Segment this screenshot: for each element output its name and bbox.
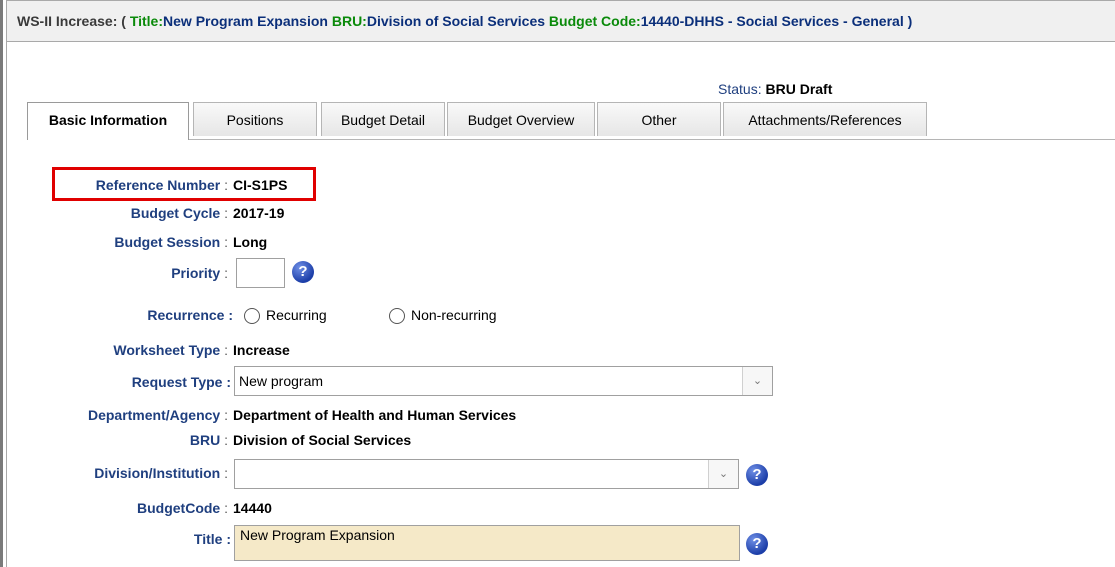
worksheet-type-label: Worksheet Type : <box>113 342 228 358</box>
bru-label: BRU: <box>331 13 367 29</box>
help-icon[interactable]: ? <box>292 261 314 283</box>
status-label: Status: <box>718 81 762 97</box>
status-value: BRU Draft <box>765 81 833 97</box>
bru-field-value: Division of Social Services <box>233 432 412 448</box>
request-type-select[interactable]: New program ⌄ <box>234 366 773 396</box>
window-title: WS-II Increase: ( Title:New Program Expa… <box>17 13 912 29</box>
reference-number-value: CI-S1PS <box>233 177 288 193</box>
request-type-label: Request Type : <box>131 374 231 390</box>
request-type-value: New program <box>239 373 324 389</box>
worksheet-type-value: Increase <box>233 342 290 358</box>
title-field-label: Title : <box>193 531 231 547</box>
budget-code-value: 14440-DHHS - Social Services - General ) <box>640 13 913 29</box>
non-recurring-radio[interactable] <box>389 308 405 324</box>
bru-value: Division of Social Services <box>366 13 546 29</box>
window-left-edge <box>0 0 3 567</box>
window-titlebar: WS-II Increase: ( Title:New Program Expa… <box>6 0 1115 42</box>
budget-code-label: Budget Code: <box>548 13 641 29</box>
budget-cycle-value: 2017-19 <box>233 205 285 221</box>
tab-basic-information[interactable]: Basic Information <box>27 102 189 140</box>
title-label: Title: <box>129 13 164 29</box>
budget-code-field-label: BudgetCode : <box>137 500 228 516</box>
budget-session-label: Budget Session : <box>114 234 228 250</box>
help-icon[interactable]: ? <box>746 464 768 486</box>
budget-code-field-value: 14440 <box>233 500 272 516</box>
priority-label: Priority : <box>171 265 228 281</box>
department-label: Department/Agency : <box>87 407 228 423</box>
recurring-radio[interactable] <box>244 308 260 324</box>
priority-input[interactable] <box>236 258 285 288</box>
division-label: Division/Institution : <box>94 465 228 481</box>
budget-cycle-label: Budget Cycle : <box>130 205 228 221</box>
bru-field-label: BRU : <box>189 432 228 448</box>
title-input[interactable]: New Program Expansion <box>234 525 740 561</box>
recurrence-label: Recurrence : <box>147 307 233 323</box>
title-prefix: WS-II Increase: ( <box>17 13 126 29</box>
tab-attachments-references[interactable]: Attachments/References <box>723 102 927 136</box>
tab-divider <box>27 139 1115 140</box>
tab-budget-detail[interactable]: Budget Detail <box>321 102 445 136</box>
tab-positions[interactable]: Positions <box>193 102 317 136</box>
chevron-down-icon[interactable]: ⌄ <box>742 367 772 395</box>
department-value: Department of Health and Human Services <box>233 407 517 423</box>
recurring-option-label: Recurring <box>266 307 327 323</box>
non-recurring-option-label: Non-recurring <box>411 307 497 323</box>
reference-number-label: Reference Number : <box>95 177 228 193</box>
tab-other[interactable]: Other <box>597 102 721 136</box>
title-value: New Program Expansion <box>163 13 328 29</box>
status-indicator: Status: BRU Draft <box>718 81 832 97</box>
budget-session-value: Long <box>233 234 268 250</box>
tab-budget-overview[interactable]: Budget Overview <box>447 102 595 136</box>
chevron-down-icon[interactable]: ⌄ <box>708 460 738 488</box>
division-select[interactable]: ⌄ <box>234 459 739 489</box>
help-icon[interactable]: ? <box>746 533 768 555</box>
